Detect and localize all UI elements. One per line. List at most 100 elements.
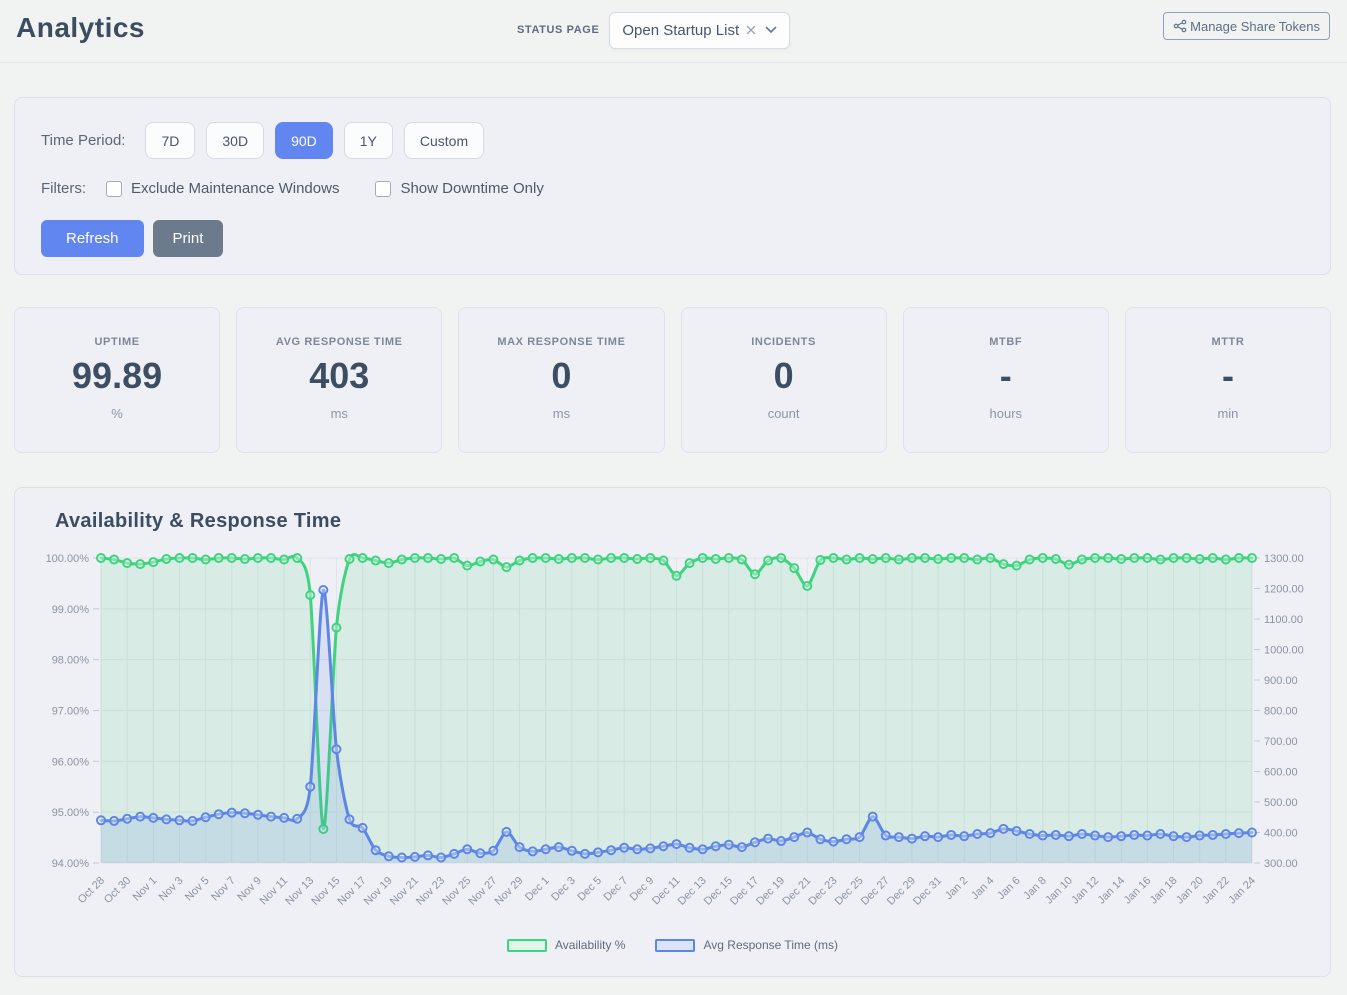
period-7d-button[interactable]: 7D (145, 122, 195, 159)
manage-share-tokens-label: Manage Share Tokens (1190, 19, 1320, 34)
stat-value: 0 (459, 355, 663, 397)
status-page-label: STATUS PAGE (517, 24, 599, 36)
period-30d-button[interactable]: 30D (206, 122, 264, 159)
response-time-swatch-icon (655, 939, 695, 952)
exclude-maintenance-checkbox-group[interactable]: Exclude Maintenance Windows (106, 180, 339, 197)
manage-share-tokens-button[interactable]: Manage Share Tokens (1163, 12, 1330, 40)
legend-label: Avg Response Time (ms) (703, 938, 838, 952)
stat-unit: ms (237, 406, 441, 421)
period-90d-button[interactable]: 90D (275, 122, 333, 159)
exclude-maintenance-checkbox[interactable] (106, 181, 122, 197)
svg-text:94.00%: 94.00% (52, 858, 90, 870)
chart-title: Availability & Response Time (55, 510, 1306, 533)
svg-text:Jan 6: Jan 6 (995, 875, 1023, 903)
svg-text:Dec 19: Dec 19 (754, 875, 787, 908)
svg-text:95.00%: 95.00% (52, 807, 90, 819)
svg-text:Dec 27: Dec 27 (859, 875, 892, 908)
svg-text:Nov 7: Nov 7 (209, 875, 238, 904)
svg-text:Nov 15: Nov 15 (309, 875, 342, 908)
svg-text:Nov 21: Nov 21 (388, 875, 421, 908)
svg-text:Nov 29: Nov 29 (493, 875, 526, 908)
svg-text:Dec 23: Dec 23 (806, 875, 839, 908)
stat-label: INCIDENTS (682, 336, 886, 348)
svg-text:Jan 10: Jan 10 (1043, 875, 1075, 907)
svg-text:Jan 22: Jan 22 (1200, 875, 1232, 907)
svg-text:Nov 17: Nov 17 (336, 875, 369, 908)
svg-text:Dec 5: Dec 5 (575, 875, 604, 904)
share-nodes-icon (1173, 19, 1187, 33)
legend-label: Availability % (555, 938, 625, 952)
legend-item-response-time[interactable]: Avg Response Time (ms) (655, 938, 838, 952)
svg-text:Nov 19: Nov 19 (362, 875, 395, 908)
stat-label: MTTR (1126, 336, 1330, 348)
stat-value: 99.89 (15, 355, 219, 397)
stats-row: UPTIME 99.89 % AVG RESPONSE TIME 403 ms … (14, 307, 1331, 453)
stat-card-incidents: INCIDENTS 0 count (681, 307, 887, 453)
filter-panel: Time Period: 7D 30D 90D 1Y Custom Filter… (14, 97, 1331, 275)
svg-text:Dec 31: Dec 31 (911, 875, 944, 908)
svg-text:Nov 13: Nov 13 (283, 875, 316, 908)
stat-unit: count (682, 406, 886, 421)
chart-panel: Availability & Response Time 100.00% 99.0… (14, 487, 1331, 977)
svg-text:500.00: 500.00 (1264, 797, 1298, 809)
svg-text:1300.00: 1300.00 (1264, 553, 1304, 565)
period-custom-button[interactable]: Custom (404, 122, 484, 159)
svg-text:400.00: 400.00 (1264, 828, 1298, 840)
svg-text:Jan 14: Jan 14 (1095, 875, 1127, 907)
svg-text:96.00%: 96.00% (52, 756, 90, 768)
svg-text:Nov 1: Nov 1 (131, 875, 160, 904)
svg-text:Jan 2: Jan 2 (943, 875, 971, 903)
stat-card-mtbf: MTBF - hours (903, 307, 1109, 453)
stat-value: 403 (237, 355, 441, 397)
svg-text:Dec 21: Dec 21 (780, 875, 813, 908)
svg-text:Dec 3: Dec 3 (549, 875, 578, 904)
svg-text:900.00: 900.00 (1264, 675, 1298, 687)
stat-value: - (904, 355, 1108, 397)
svg-text:Nov 5: Nov 5 (183, 875, 212, 904)
availability-response-chart: 100.00%99.00%98.00%97.00%96.00%95.00%94.… (39, 537, 1308, 932)
svg-text:300.00: 300.00 (1264, 858, 1298, 870)
svg-text:Jan 4: Jan 4 (969, 875, 997, 903)
svg-text:Dec 7: Dec 7 (601, 875, 630, 904)
svg-text:100.00%: 100.00% (46, 553, 90, 565)
exclude-maintenance-label: Exclude Maintenance Windows (131, 180, 339, 197)
stat-value: 0 (682, 355, 886, 397)
svg-text:99.00%: 99.00% (52, 604, 90, 616)
svg-text:800.00: 800.00 (1264, 706, 1298, 718)
svg-text:Oct 30: Oct 30 (102, 875, 133, 906)
show-downtime-checkbox[interactable] (375, 181, 391, 197)
svg-text:Dec 13: Dec 13 (676, 875, 709, 908)
status-page-select[interactable]: Open Startup List (609, 12, 790, 49)
svg-text:Jan 12: Jan 12 (1069, 875, 1101, 907)
stat-unit: % (15, 406, 219, 421)
refresh-button[interactable]: Refresh (41, 220, 144, 257)
stat-card-uptime: UPTIME 99.89 % (14, 307, 220, 453)
print-button[interactable]: Print (153, 220, 224, 257)
svg-text:Nov 23: Nov 23 (414, 875, 447, 908)
header: Analytics STATUS PAGE Open Startup List … (0, 0, 1347, 63)
show-downtime-checkbox-group[interactable]: Show Downtime Only (375, 180, 543, 197)
status-page-selector-group: STATUS PAGE Open Startup List (517, 8, 790, 52)
svg-text:97.00%: 97.00% (52, 706, 90, 718)
legend-item-availability[interactable]: Availability % (507, 938, 625, 952)
action-buttons-row: Refresh Print (41, 220, 1304, 257)
svg-text:Dec 29: Dec 29 (885, 875, 918, 908)
stat-label: AVG RESPONSE TIME (237, 336, 441, 348)
svg-text:Dec 15: Dec 15 (702, 875, 735, 908)
svg-text:Jan 16: Jan 16 (1122, 875, 1154, 907)
svg-text:1000.00: 1000.00 (1264, 645, 1304, 657)
filters-label: Filters: (41, 180, 86, 197)
filters-row: Filters: Exclude Maintenance Windows Sho… (41, 180, 1304, 197)
stat-label: UPTIME (15, 336, 219, 348)
svg-text:Nov 3: Nov 3 (157, 875, 186, 904)
time-period-label: Time Period: (41, 132, 125, 149)
svg-text:Jan 20: Jan 20 (1174, 875, 1206, 907)
stat-card-max-response: MAX RESPONSE TIME 0 ms (458, 307, 664, 453)
period-1y-button[interactable]: 1Y (344, 122, 393, 159)
stat-unit: ms (459, 406, 663, 421)
svg-text:Jan 18: Jan 18 (1148, 875, 1180, 907)
svg-text:1200.00: 1200.00 (1264, 584, 1304, 596)
stat-label: MTBF (904, 336, 1108, 348)
clear-selection-icon[interactable] (746, 25, 756, 35)
show-downtime-label: Show Downtime Only (400, 180, 543, 197)
